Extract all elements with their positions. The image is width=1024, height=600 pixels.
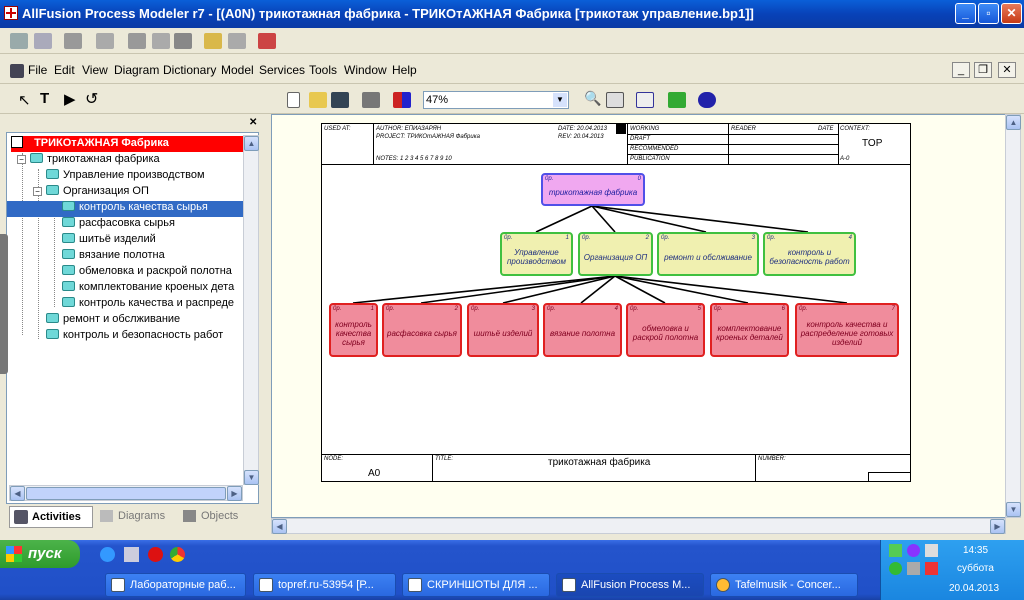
box-number: 0р. xyxy=(582,235,591,241)
opera-icon[interactable] xyxy=(148,547,163,562)
box-number: 0р. xyxy=(471,306,480,312)
system-tray: 14:35 суббота 20.04.2013 xyxy=(880,540,1024,600)
box-label: ремонт и обслживание xyxy=(664,252,752,262)
task-label: СКРИНШОТЫ ДЛЯ ... xyxy=(427,579,538,591)
tray-icon[interactable] xyxy=(889,562,902,575)
activity-box[interactable]: 0р. 1 Управление производством xyxy=(500,232,573,276)
task-item[interactable]: Лабораторные раб... xyxy=(105,573,246,597)
box-index: 1 xyxy=(370,306,374,312)
box-number: 0р. xyxy=(386,306,395,312)
word-icon xyxy=(111,578,125,592)
box-label: контроль и безопасность работ xyxy=(769,248,850,266)
desktop-icon[interactable] xyxy=(124,547,139,562)
activity-box[interactable]: 0р. 4 контроль и безопасность работ xyxy=(763,232,856,276)
diagram-connectors xyxy=(352,205,848,304)
activity-box[interactable]: 0р. 3 ремонт и обслживание xyxy=(657,232,759,276)
box-index: 5 xyxy=(697,306,701,312)
box-number: 0р. xyxy=(767,235,776,241)
box-label: контроль качества сырья xyxy=(335,319,372,347)
box-label: Управление производством xyxy=(507,248,566,266)
box-number: 0р. xyxy=(545,176,554,182)
windows-logo-icon xyxy=(6,546,22,562)
box-index: 1 xyxy=(565,235,569,241)
tray-icon[interactable] xyxy=(889,544,902,557)
start-label: пуск xyxy=(28,545,62,562)
box-label: шитьё изделий xyxy=(473,328,533,338)
task-item[interactable]: Tafelmusik - Concer... xyxy=(710,573,858,597)
task-label: Лабораторные раб... xyxy=(130,579,236,591)
box-label: расфасовка сырья xyxy=(387,328,457,338)
box-index: 2 xyxy=(454,306,458,312)
activity-box[interactable]: 0р. 1 контроль качества сырья xyxy=(329,303,378,357)
box-number: 0р. xyxy=(547,306,556,312)
box-index: 6 xyxy=(781,306,785,312)
box-label: обмеловка и раскрой полотна xyxy=(632,324,699,342)
box-label: контроль качества и распределение готовы… xyxy=(800,319,894,347)
tray-icon[interactable] xyxy=(925,544,938,557)
aimp-icon xyxy=(716,578,730,592)
tray-icon[interactable] xyxy=(907,544,920,557)
tray-icon[interactable] xyxy=(907,562,920,575)
box-index: 0 xyxy=(637,176,641,182)
task-label: AllFusion Process M... xyxy=(581,579,691,591)
chrome-icon[interactable] xyxy=(170,547,185,562)
activity-box[interactable]: 0р. 5 обмеловка и раскрой полотна xyxy=(626,303,705,357)
box-number: 0р. xyxy=(714,306,723,312)
box-index: 7 xyxy=(891,306,895,312)
box-index: 2 xyxy=(645,235,649,241)
box-index: 4 xyxy=(848,235,852,241)
quicklaunch-icon[interactable] xyxy=(100,547,115,562)
word-icon xyxy=(259,578,273,592)
word-icon xyxy=(408,578,422,592)
box-label: вязание полотна xyxy=(549,328,616,338)
box-label: Организация ОП xyxy=(583,252,648,262)
box-index: 4 xyxy=(614,306,618,312)
clock-date: 20.04.2013 xyxy=(949,583,1000,594)
box-number: 0р. xyxy=(630,306,639,312)
tray-icon[interactable] xyxy=(925,562,938,575)
box-label: трикотажная фабрика xyxy=(548,188,638,197)
box-label: комплектование кроеных деталей xyxy=(716,324,783,342)
box-number: 0р. xyxy=(504,235,513,241)
activity-box[interactable]: 0р. 4 вязание полотна xyxy=(543,303,622,357)
activity-box[interactable]: 0р. 6 комплектование кроеных деталей xyxy=(710,303,789,357)
box-number: 0р. xyxy=(333,306,342,312)
start-button[interactable]: пуск xyxy=(0,540,80,568)
activity-box-top[interactable]: 0р. 0 трикотажная фабрика xyxy=(541,173,645,206)
allfusion-icon xyxy=(562,578,576,592)
activity-box[interactable]: 0р. 7 контроль качества и распределение … xyxy=(795,303,899,357)
activity-box[interactable]: 0р. 2 расфасовка сырья xyxy=(382,303,462,357)
task-label: Tafelmusik - Concer... xyxy=(735,579,841,591)
task-item-active[interactable]: AllFusion Process M... xyxy=(556,573,704,597)
activity-box[interactable]: 0р. 3 шитьё изделий xyxy=(467,303,539,357)
box-number: 0р. xyxy=(799,306,808,312)
clock-day: суббота xyxy=(957,563,994,574)
task-item[interactable]: СКРИНШОТЫ ДЛЯ ... xyxy=(402,573,550,597)
box-number: 0р. xyxy=(661,235,670,241)
box-index: 3 xyxy=(751,235,755,241)
clock-time[interactable]: 14:35 xyxy=(963,545,988,556)
task-label: topref.ru-53954 [Р... xyxy=(278,579,374,591)
activity-box[interactable]: 0р. 2 Организация ОП xyxy=(578,232,653,276)
task-item[interactable]: topref.ru-53954 [Р... xyxy=(253,573,396,597)
box-index: 3 xyxy=(531,306,535,312)
